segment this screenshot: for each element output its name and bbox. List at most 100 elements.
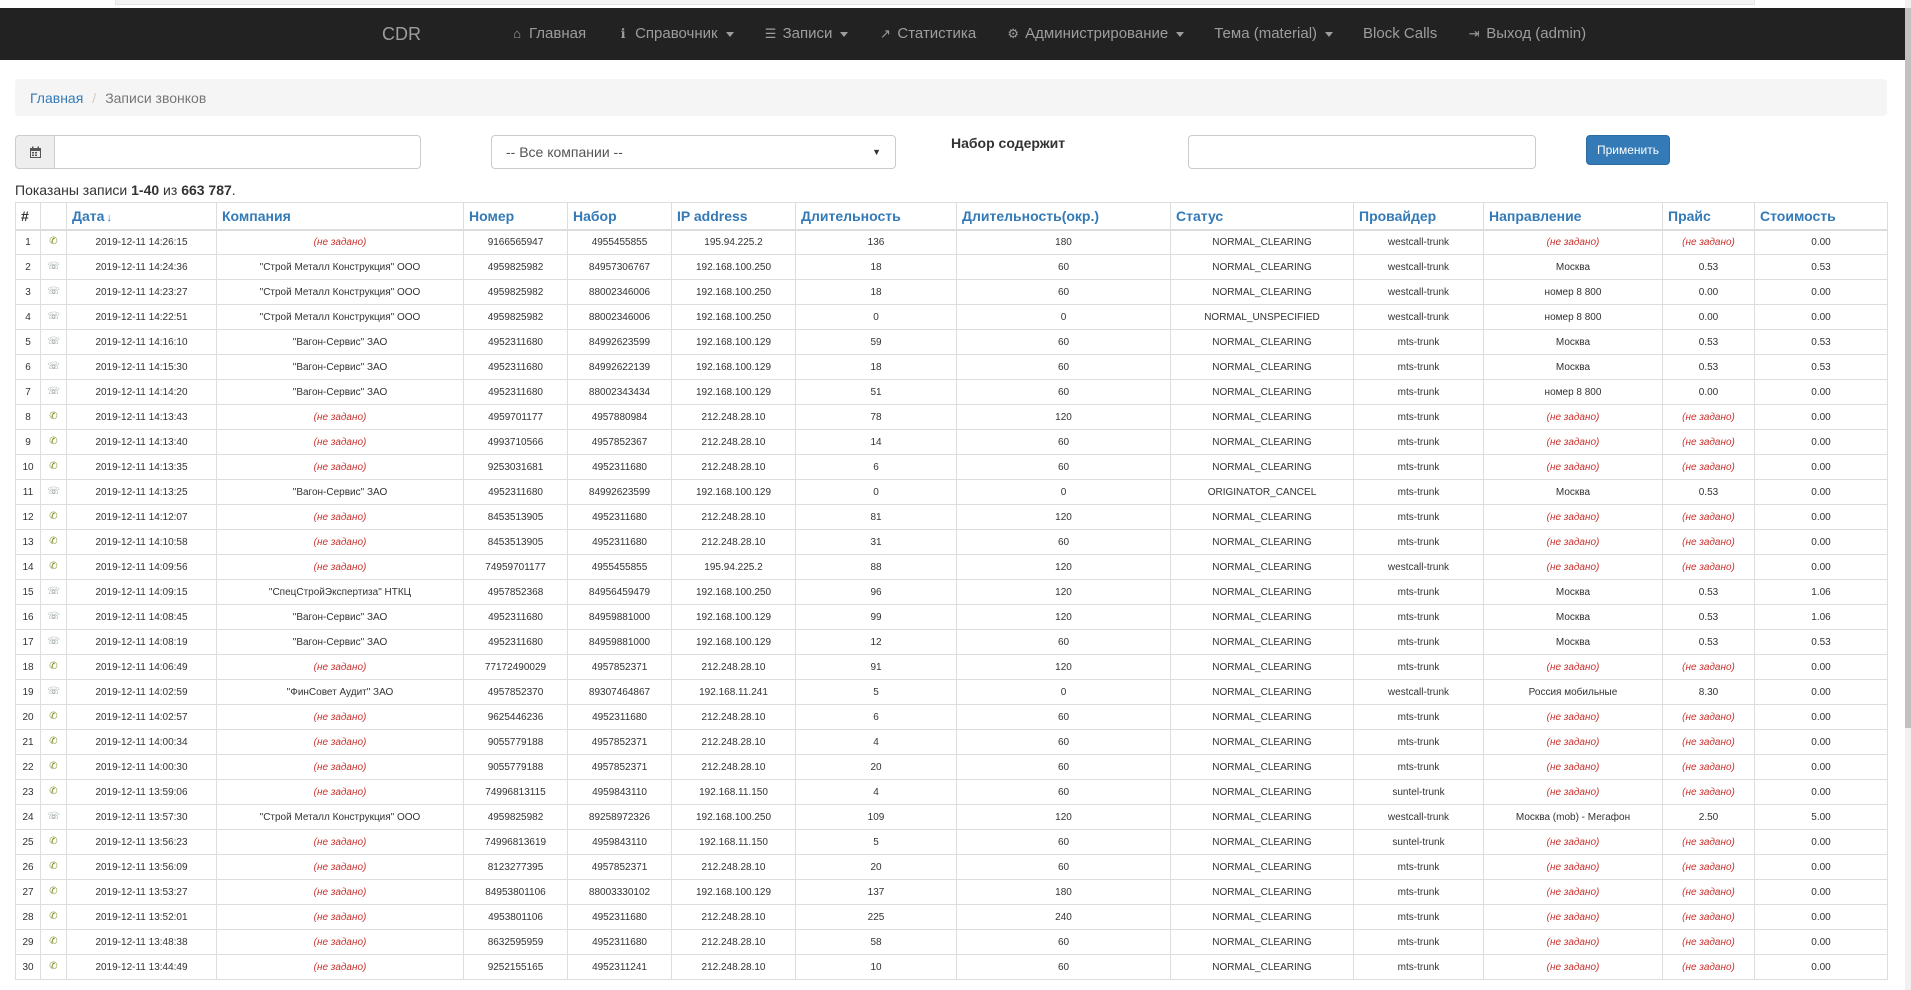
outgoing-call-icon[interactable]: ☏ bbox=[48, 586, 61, 598]
nav-item-6[interactable]: Block Calls bbox=[1348, 8, 1452, 60]
date-range-input[interactable] bbox=[54, 135, 421, 169]
table-row[interactable]: 7 ☏ 2019-12-11 14:14:20 "Вагон-Сервис" ЗАО 4… bbox=[15, 379, 1888, 405]
vertical-scrollbar[interactable] bbox=[1905, 0, 1911, 990]
table-row[interactable]: 2 ☏ 2019-12-11 14:24:36 "Строй Металл Конст… bbox=[15, 254, 1888, 280]
incoming-call-icon[interactable]: ✆ bbox=[48, 836, 60, 848]
nav-item-5[interactable]: Тема (material) bbox=[1199, 8, 1348, 60]
column-header-4[interactable]: Номер bbox=[463, 202, 568, 231]
outgoing-call-icon[interactable]: ☏ bbox=[48, 486, 61, 498]
incoming-call-icon[interactable]: ✆ bbox=[48, 886, 60, 898]
cell-n: 13 bbox=[15, 529, 41, 555]
incoming-call-icon[interactable]: ✆ bbox=[48, 561, 60, 573]
table-row[interactable]: 17 ☏ 2019-12-11 14:08:19 "Вагон-Сервис" ЗАО… bbox=[15, 629, 1888, 655]
brand-logo[interactable]: CDR bbox=[382, 8, 421, 60]
table-row[interactable]: 21 ✆ 2019-12-11 14:00:34 (не задано) 9055779… bbox=[15, 729, 1888, 755]
column-header-12[interactable]: Прайс bbox=[1662, 202, 1755, 231]
cell-dir: ☏ bbox=[40, 579, 67, 605]
company-select[interactable]: -- Все компании -- ▼ bbox=[491, 135, 896, 169]
column-header-6[interactable]: IP address bbox=[671, 202, 796, 231]
column-header-9[interactable]: Статус bbox=[1170, 202, 1354, 231]
table-row[interactable]: 27 ✆ 2019-12-11 13:53:27 (не задано) 8495380… bbox=[15, 879, 1888, 905]
incoming-call-icon[interactable]: ✆ bbox=[48, 861, 60, 873]
incoming-call-icon[interactable]: ✆ bbox=[48, 761, 60, 773]
incoming-call-icon[interactable]: ✆ bbox=[48, 911, 60, 923]
nav-item-7[interactable]: ⇥ Выход (admin) bbox=[1452, 8, 1601, 60]
cell-dir: ✆ bbox=[40, 654, 67, 680]
incoming-call-icon[interactable]: ✆ bbox=[48, 936, 60, 948]
cell-ip: 192.168.100.250 bbox=[671, 304, 796, 330]
table-row[interactable]: 20 ✆ 2019-12-11 14:02:57 (не задано) 9625446… bbox=[15, 704, 1888, 730]
nav-item-2[interactable]: ☰ Записи bbox=[749, 8, 864, 60]
outgoing-call-icon[interactable]: ☏ bbox=[48, 686, 61, 698]
table-row[interactable]: 25 ✆ 2019-12-11 13:56:23 (не задано) 7499681… bbox=[15, 829, 1888, 855]
table-row[interactable]: 5 ☏ 2019-12-11 14:16:10 "Вагон-Сервис" ЗАО 4… bbox=[15, 329, 1888, 355]
table-row[interactable]: 8 ✆ 2019-12-11 14:13:43 (не задано) 49597011… bbox=[15, 404, 1888, 430]
table-row[interactable]: 16 ☏ 2019-12-11 14:08:45 "Вагон-Сервис" ЗАО… bbox=[15, 604, 1888, 630]
nav-item-1[interactable]: ℹ Справочник bbox=[601, 8, 749, 60]
incoming-call-icon[interactable]: ✆ bbox=[48, 711, 60, 723]
table-row[interactable]: 24 ☏ 2019-12-11 13:57:30 "Строй Металл Конс… bbox=[15, 804, 1888, 830]
scrollbar-thumb[interactable] bbox=[1905, 8, 1911, 728]
outgoing-call-icon[interactable]: ☏ bbox=[48, 811, 61, 823]
column-header-10[interactable]: Провайдер bbox=[1353, 202, 1484, 231]
outgoing-call-icon[interactable]: ☏ bbox=[48, 261, 61, 273]
column-header-2[interactable]: Дата ↓ bbox=[66, 202, 217, 231]
outgoing-call-icon[interactable]: ☏ bbox=[48, 636, 61, 648]
table-row[interactable]: 18 ✆ 2019-12-11 14:06:49 (не задано) 7717249… bbox=[15, 654, 1888, 680]
table-row[interactable]: 1 ✆ 2019-12-11 14:26:15 (не задано) 91665659… bbox=[15, 229, 1888, 255]
column-header-3[interactable]: Компания bbox=[216, 202, 464, 231]
table-row[interactable]: 29 ✆ 2019-12-11 13:48:38 (не задано) 8632595… bbox=[15, 929, 1888, 955]
nav-item-0[interactable]: ⌂ Главная bbox=[495, 8, 601, 60]
column-header-13[interactable]: Стоимость bbox=[1754, 202, 1888, 231]
table-row[interactable]: 28 ✆ 2019-12-11 13:52:01 (не задано) 4953801… bbox=[15, 904, 1888, 930]
column-header-7[interactable]: Длительность bbox=[795, 202, 957, 231]
nav-item-3[interactable]: ↗ Статистика bbox=[863, 8, 991, 60]
incoming-call-icon[interactable]: ✆ bbox=[48, 461, 60, 473]
outgoing-call-icon[interactable]: ☏ bbox=[48, 611, 61, 623]
table-row[interactable]: 19 ☏ 2019-12-11 14:02:59 "ФинСовет Аудит" З… bbox=[15, 679, 1888, 705]
table-row[interactable]: 3 ☏ 2019-12-11 14:23:27 "Строй Металл Конст… bbox=[15, 279, 1888, 305]
column-header-11[interactable]: Направление bbox=[1483, 202, 1663, 231]
breadcrumb-home-link[interactable]: Главная bbox=[30, 90, 83, 106]
table-row[interactable]: 4 ☏ 2019-12-11 14:22:51 "Строй Металл Конст… bbox=[15, 304, 1888, 330]
apply-button[interactable]: Применить bbox=[1586, 135, 1670, 165]
table-row[interactable]: 26 ✆ 2019-12-11 13:56:09 (не задано) 8123277… bbox=[15, 854, 1888, 880]
incoming-call-icon[interactable]: ✆ bbox=[48, 536, 60, 548]
table-row[interactable]: 9 ✆ 2019-12-11 14:13:40 (не задано) 49937105… bbox=[15, 429, 1888, 455]
incoming-call-icon[interactable]: ✆ bbox=[48, 511, 60, 523]
incoming-call-icon[interactable]: ✆ bbox=[48, 786, 60, 798]
calendar-button[interactable] bbox=[15, 135, 55, 169]
incoming-call-icon[interactable]: ✆ bbox=[48, 436, 60, 448]
nav-item-4[interactable]: ⚙ Администрирование bbox=[991, 8, 1199, 60]
column-header-label: Провайдер bbox=[1359, 207, 1437, 224]
cell-n: 21 bbox=[15, 729, 41, 755]
outgoing-call-icon[interactable]: ☏ bbox=[48, 336, 61, 348]
incoming-call-icon[interactable]: ✆ bbox=[48, 411, 60, 423]
table-row[interactable]: 12 ✆ 2019-12-11 14:12:07 (не задано) 8453513… bbox=[15, 504, 1888, 530]
incoming-call-icon[interactable]: ✆ bbox=[48, 736, 60, 748]
incoming-call-icon[interactable]: ✆ bbox=[48, 961, 60, 973]
cell-direction: (не задано) bbox=[1483, 554, 1663, 580]
dial-contains-input[interactable] bbox=[1188, 135, 1536, 169]
table-row[interactable]: 10 ✆ 2019-12-11 14:13:35 (не задано) 9253031… bbox=[15, 454, 1888, 480]
column-header-8[interactable]: Длительность(окр.) bbox=[956, 202, 1171, 231]
cell-date: 2019-12-11 14:10:58 bbox=[66, 529, 217, 555]
table-row[interactable]: 15 ☏ 2019-12-11 14:09:15 "СпецСтройЭксперти… bbox=[15, 579, 1888, 605]
outgoing-call-icon[interactable]: ☏ bbox=[48, 286, 61, 298]
table-row[interactable]: 6 ☏ 2019-12-11 14:15:30 "Вагон-Сервис" ЗАО 4… bbox=[15, 354, 1888, 380]
outgoing-call-icon[interactable]: ☏ bbox=[48, 311, 61, 323]
column-header-5[interactable]: Набор bbox=[567, 202, 672, 231]
incoming-call-icon[interactable]: ✆ bbox=[48, 661, 60, 673]
incoming-call-icon[interactable]: ✆ bbox=[48, 236, 60, 248]
cell-price: (не задано) bbox=[1662, 554, 1755, 580]
cell-ip: 212.248.28.10 bbox=[671, 954, 796, 980]
filter-bar: -- Все компании -- ▼ Набор содержит Прим… bbox=[0, 135, 1905, 171]
table-row[interactable]: 13 ✆ 2019-12-11 14:10:58 (не задано) 8453513… bbox=[15, 529, 1888, 555]
table-row[interactable]: 30 ✆ 2019-12-11 13:44:49 (не задано) 9252155… bbox=[15, 954, 1888, 980]
table-row[interactable]: 22 ✆ 2019-12-11 14:00:30 (не задано) 9055779… bbox=[15, 754, 1888, 780]
table-row[interactable]: 11 ☏ 2019-12-11 14:13:25 "Вагон-Сервис" ЗАО… bbox=[15, 479, 1888, 505]
table-row[interactable]: 14 ✆ 2019-12-11 14:09:56 (не задано) 7495970… bbox=[15, 554, 1888, 580]
outgoing-call-icon[interactable]: ☏ bbox=[48, 361, 61, 373]
table-row[interactable]: 23 ✆ 2019-12-11 13:59:06 (не задано) 7499681… bbox=[15, 779, 1888, 805]
outgoing-call-icon[interactable]: ☏ bbox=[48, 386, 61, 398]
